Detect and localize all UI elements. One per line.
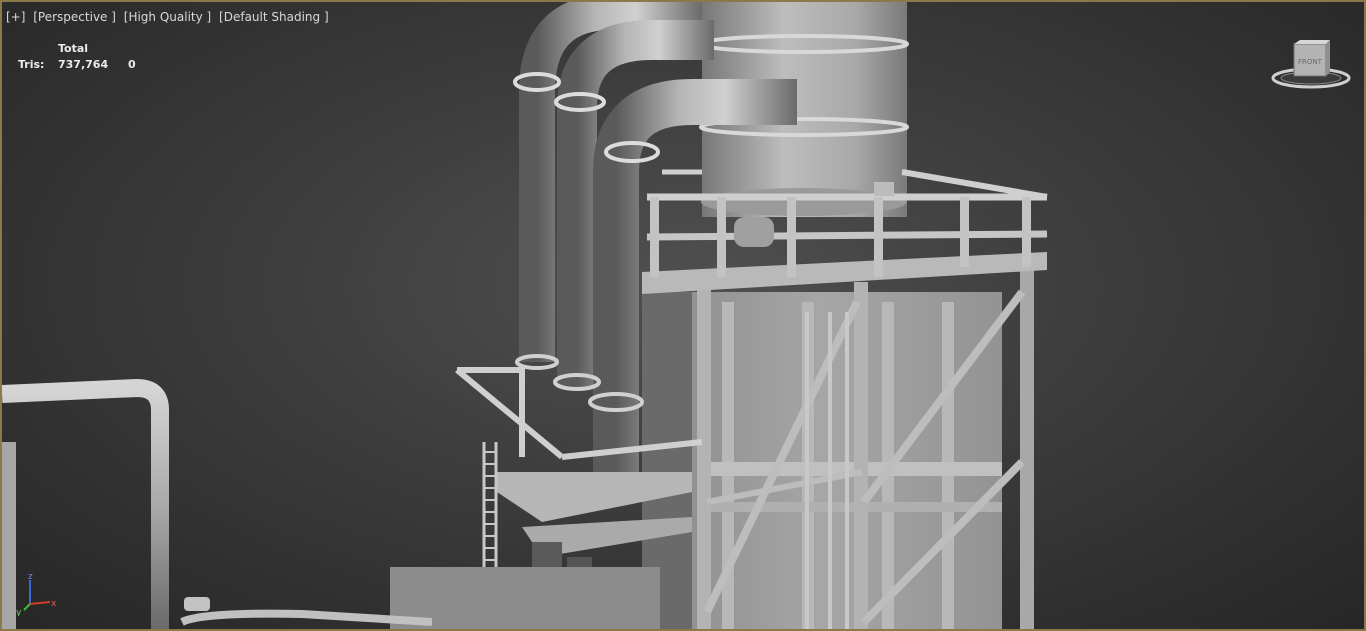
axis-y-label: y [16,608,22,616]
viewport-label-menu: [+] [Perspective ] [High Quality ] [Defa… [6,10,333,24]
viewport-general-menu[interactable]: [+] [6,10,25,24]
left-pipe-rack [2,378,433,629]
axis-x-label: x [51,599,57,609]
viewport-quality-menu[interactable]: [High Quality ] [124,10,211,24]
stats-total-label: Total [58,42,89,55]
viewport-pov-menu[interactable]: [Perspective ] [33,10,116,24]
viewcube[interactable]: FRONT [1270,38,1352,92]
axis-z-label: z [28,572,33,582]
stats-tris-total: 737,764 [58,58,109,71]
scene-render[interactable] [2,2,1364,629]
viewport-shading-menu[interactable]: [Default Shading ] [219,10,329,24]
axis-tripod: z x y [16,572,57,616]
viewcube-front-label[interactable]: FRONT [1298,58,1323,66]
support-structure [642,262,1034,629]
perspective-viewport[interactable]: [+] [Perspective ] [High Quality ] [Defa… [0,0,1366,631]
stats-tris-selected: 0 [128,58,136,71]
stats-tris-label: Tris: [18,58,45,71]
